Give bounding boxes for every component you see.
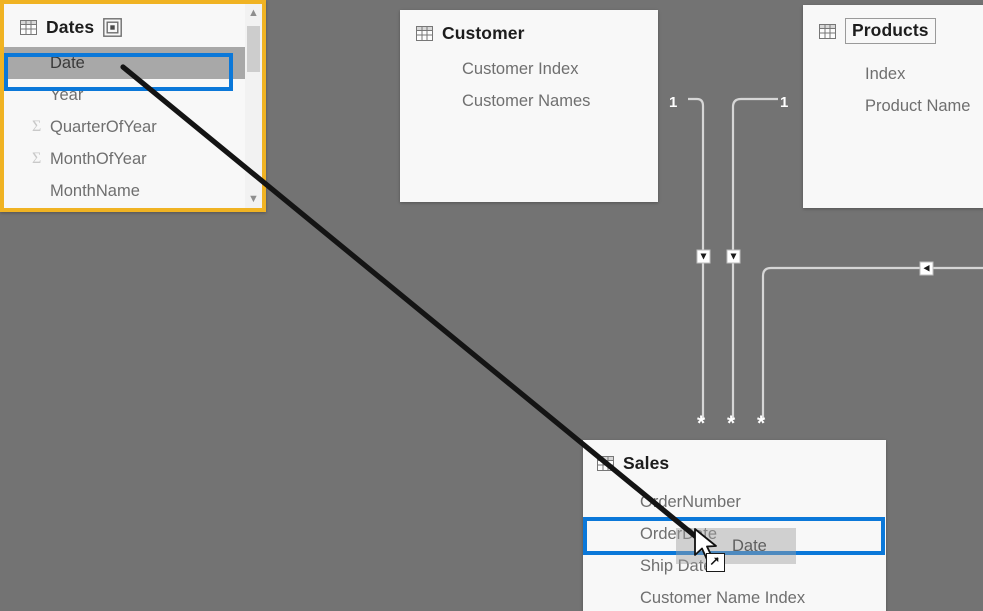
table-title-customer: Customer [442, 23, 525, 43]
field-row-wrap: Date [4, 47, 262, 79]
filter-direction-arrow-icon [696, 249, 711, 264]
table-title-products[interactable]: Products [845, 18, 936, 44]
field-customer-index[interactable]: Customer Index [400, 53, 658, 85]
field-list-dates[interactable]: Date Year Σ QuarterOfYear Σ MonthOfYear … [4, 44, 262, 207]
table-header-dates[interactable]: Dates [4, 4, 262, 44]
table-header-products[interactable]: Products [803, 5, 983, 50]
cardinality-many-label: * [757, 412, 766, 435]
field-list-customer[interactable]: Customer Index Customer Names [400, 50, 658, 117]
table-card-dates[interactable]: Dates Date Year Σ QuarterOfYear Σ MonthO… [0, 0, 266, 212]
table-card-products[interactable]: Products Index Product Name [803, 5, 983, 208]
dates-vertical-scrollbar[interactable]: ▲ ▼ [245, 4, 262, 208]
table-card-sales[interactable]: Sales OrderNumber OrderDate Ship Date Cu… [583, 440, 886, 611]
field-row-wrap: Σ MonthOfYear [4, 143, 262, 175]
field-customer-name-index[interactable]: Customer Name Index [583, 582, 886, 611]
field-year[interactable]: Year [4, 79, 262, 111]
field-row-wrap: Σ QuarterOfYear [4, 111, 262, 143]
table-title-dates: Dates [46, 17, 95, 37]
marked-as-date-table-icon[interactable] [103, 18, 123, 37]
model-view-canvas[interactable]: 1 1 * * * Dates Date Year Σ QuarterOfYea… [0, 0, 983, 611]
table-header-customer[interactable]: Customer [400, 10, 658, 50]
relationship-line-products-sales[interactable] [761, 266, 983, 420]
field-monthofyear[interactable]: Σ MonthOfYear [4, 143, 262, 175]
sigma-icon: Σ [32, 118, 42, 135]
scrollbar-thumb[interactable] [247, 26, 260, 72]
cardinality-many-label: * [727, 412, 736, 435]
field-quarterofyear[interactable]: Σ QuarterOfYear [4, 111, 262, 143]
field-product-name[interactable]: Product Name [803, 90, 983, 122]
table-title-sales: Sales [623, 453, 670, 473]
table-grid-icon [20, 20, 37, 35]
field-row-wrap: MonthName [4, 175, 262, 207]
field-ordernumber[interactable]: OrderNumber [583, 486, 886, 518]
filter-direction-arrow-icon [726, 249, 741, 264]
table-grid-icon [819, 23, 836, 39]
field-list-products[interactable]: Index Product Name [803, 50, 983, 122]
table-header-sales[interactable]: Sales [583, 440, 886, 480]
cardinality-one-label: 1 [669, 94, 677, 111]
create-relationship-link-icon [706, 553, 725, 572]
field-monthname[interactable]: MonthName [4, 175, 262, 207]
chevron-up-icon[interactable]: ▲ [245, 4, 262, 22]
table-card-customer[interactable]: Customer Customer Index Customer Names [400, 10, 658, 202]
cardinality-many-label: * [697, 412, 706, 435]
field-row-wrap: Year [4, 79, 262, 111]
chevron-down-icon[interactable]: ▼ [245, 190, 262, 208]
field-customer-names[interactable]: Customer Names [400, 85, 658, 117]
table-grid-icon [597, 456, 614, 471]
sigma-icon: Σ [32, 150, 42, 167]
cardinality-one-label: 1 [780, 94, 788, 111]
relationship-line-customer-sales-a[interactable] [688, 97, 705, 420]
filter-direction-arrow-icon [919, 261, 934, 276]
table-grid-icon [416, 26, 433, 41]
field-date[interactable]: Date [4, 47, 262, 79]
relationship-line-customer-sales-b[interactable] [731, 97, 778, 420]
field-index[interactable]: Index [803, 58, 983, 90]
